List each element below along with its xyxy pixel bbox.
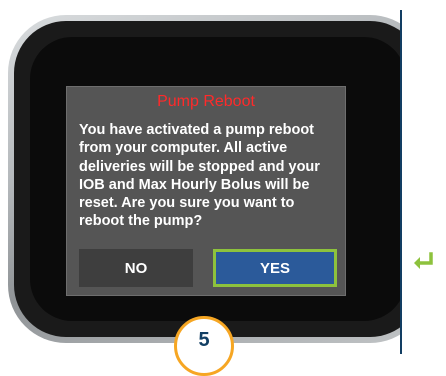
message-line: IOB and Max Hourly Bolus will be [79, 176, 310, 193]
dialog-message: You have activated a pump reboot from yo… [79, 121, 337, 231]
dialog-title: Pump Reboot [157, 93, 255, 110]
vertical-divider [400, 10, 402, 354]
pump-reboot-dialog: Pump Reboot You have activated a pump re… [66, 86, 346, 296]
step-number: 5 [198, 329, 210, 351]
message-line: reboot the pump? [79, 213, 203, 230]
message-line: reset. Are you sure you want to [79, 195, 295, 212]
message-line: deliveries will be stopped and your [79, 158, 320, 175]
no-button[interactable]: NO [79, 249, 193, 287]
message-line: You have activated a pump reboot [79, 122, 315, 138]
yes-button[interactable]: YES [213, 249, 337, 287]
yes-button-label: YES [259, 259, 290, 277]
page-background-strip [400, 0, 446, 354]
no-button-label: NO [124, 259, 148, 277]
step-number-badge: 5 [174, 316, 234, 376]
enter-return-icon [414, 252, 433, 269]
message-line: from your computer. All active [79, 140, 288, 157]
